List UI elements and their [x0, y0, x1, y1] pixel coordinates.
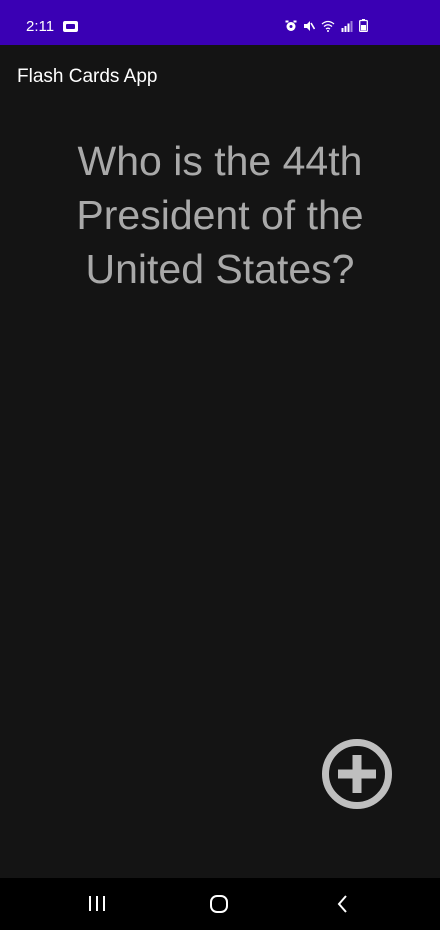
- status-icons: [285, 19, 368, 32]
- alarm-icon: [285, 20, 297, 32]
- home-button[interactable]: [204, 892, 234, 916]
- signal-icon: [341, 20, 353, 32]
- status-time: 2:11: [26, 18, 55, 35]
- app-screen: 2:11 Flash Cards App Who is the 44th Pre…: [0, 0, 440, 930]
- mute-icon: [303, 20, 315, 32]
- back-button[interactable]: [328, 892, 358, 916]
- recent-apps-button[interactable]: [82, 892, 112, 916]
- home-icon: [210, 895, 228, 913]
- wifi-icon: [321, 20, 335, 32]
- plus-circle-icon: [322, 739, 392, 809]
- add-card-button[interactable]: [321, 738, 393, 810]
- back-icon: [337, 895, 347, 913]
- battery-icon: [359, 19, 368, 32]
- app-bar-title: Flash Cards App: [17, 66, 158, 87]
- navigation-bar: [0, 878, 440, 930]
- recent-apps-icon: [89, 896, 105, 911]
- flash-card-question[interactable]: Who is the 44th President of the United …: [20, 134, 420, 296]
- status-bar: 2:11: [0, 0, 440, 45]
- notification-icon: [63, 21, 78, 32]
